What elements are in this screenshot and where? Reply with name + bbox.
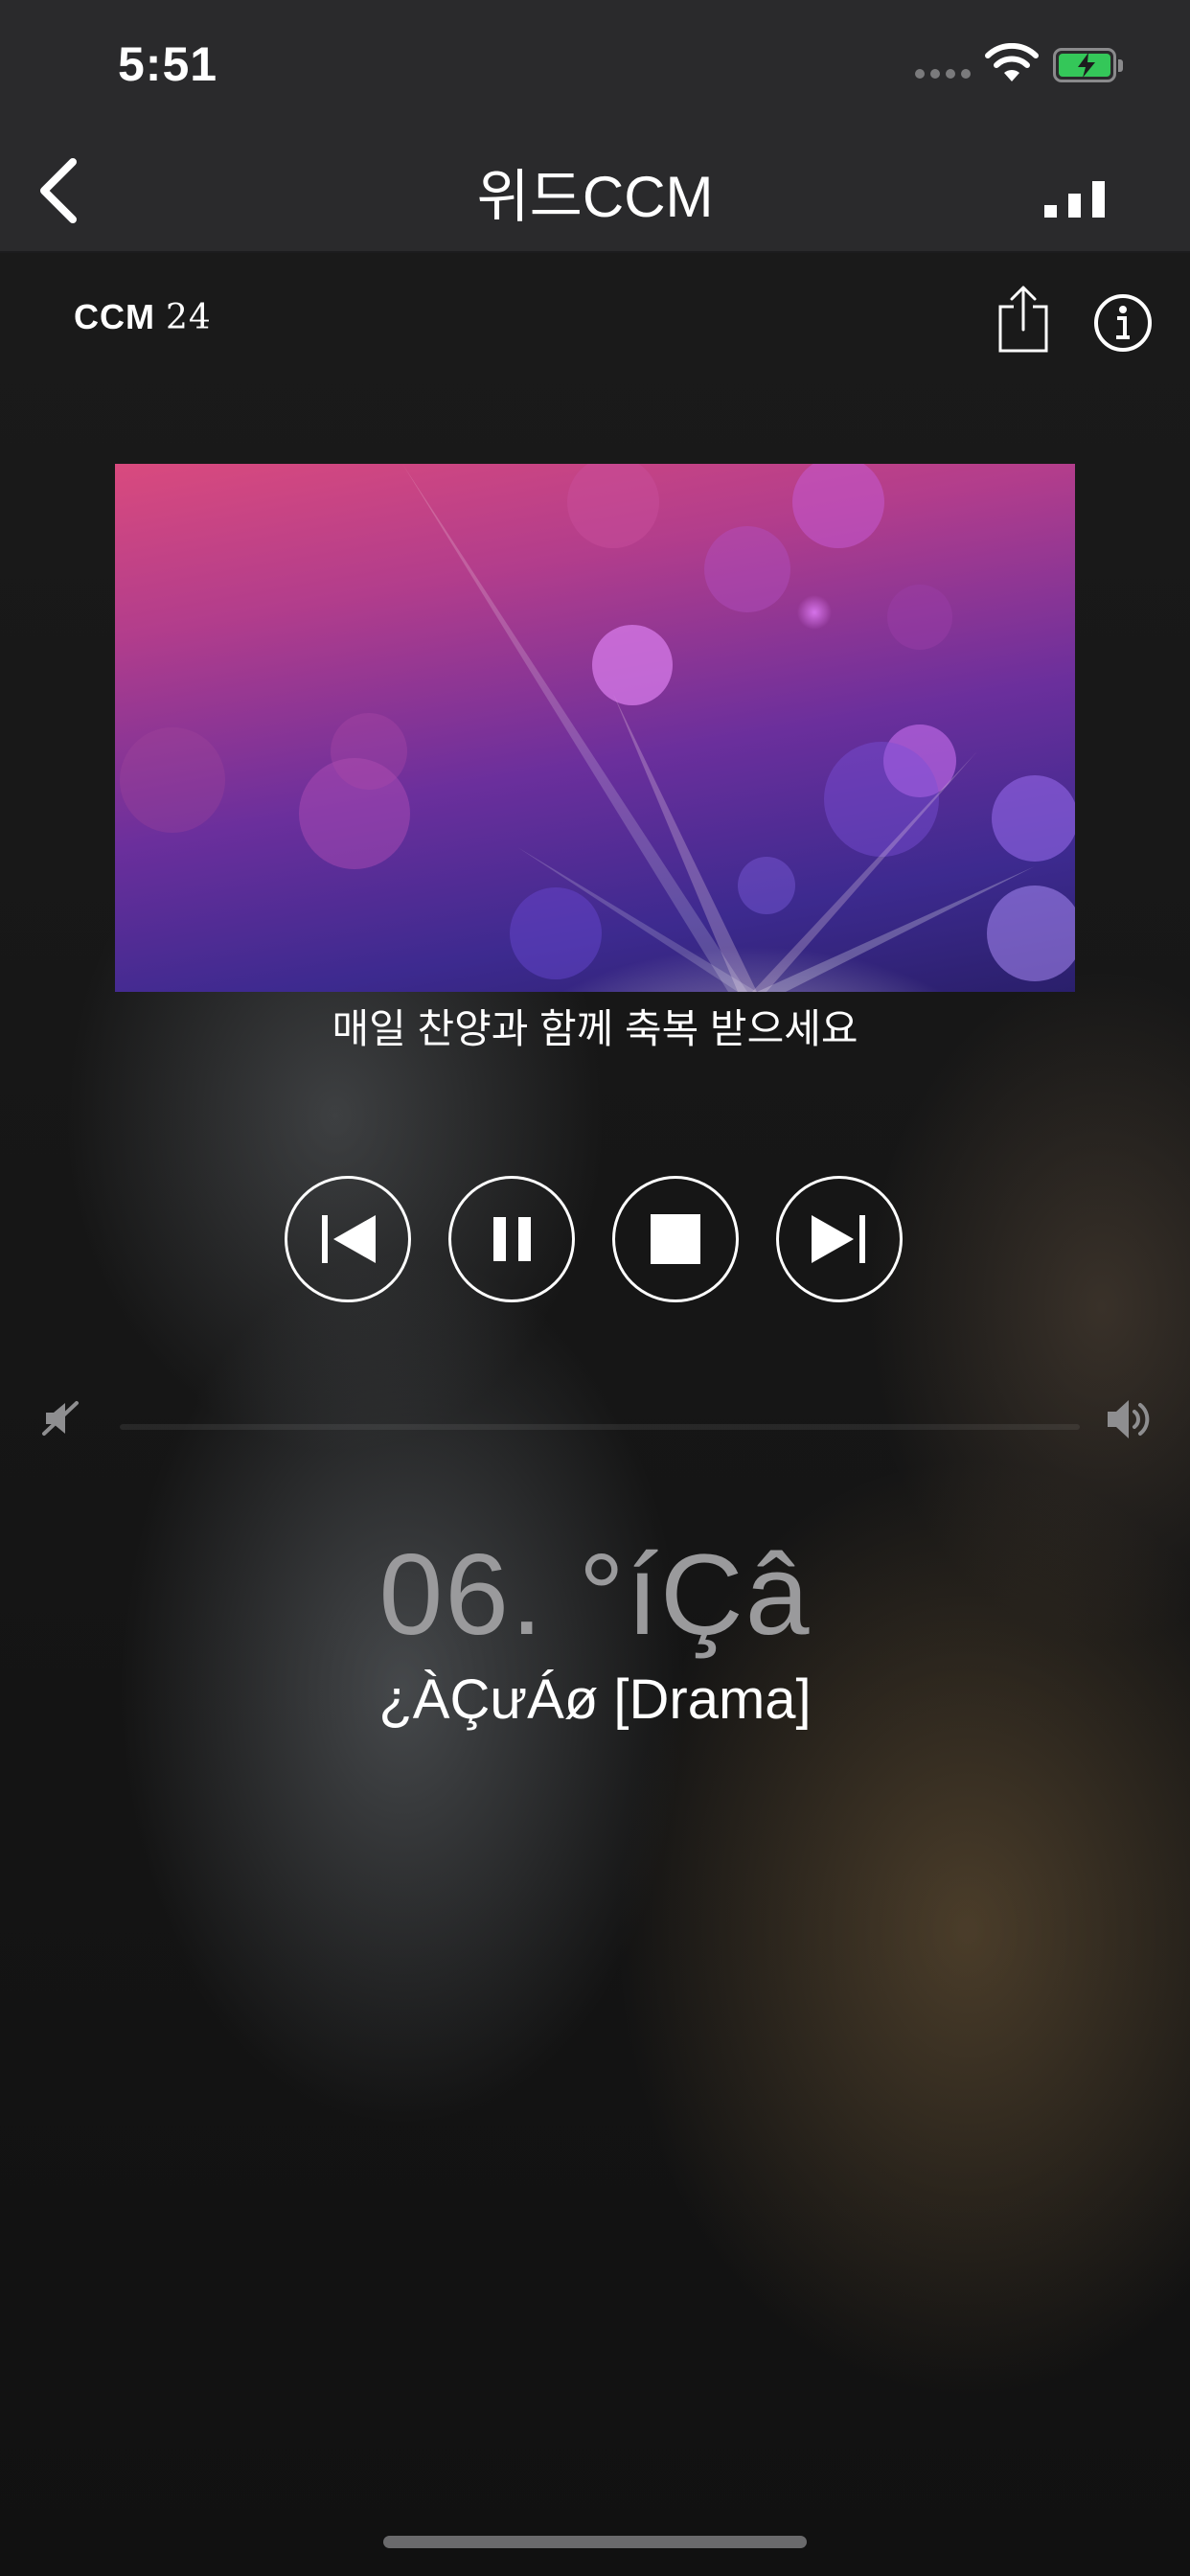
next-button[interactable] [776, 1176, 903, 1302]
app-logo: CCM 24 [74, 297, 212, 337]
skip-previous-icon [322, 1215, 376, 1263]
pause-button[interactable] [448, 1176, 575, 1302]
share-icon[interactable] [995, 284, 1052, 355]
cellular-signal-icon [915, 69, 971, 79]
track-artist: ¿ÀÇưÁø [Drama] [378, 1668, 812, 1731]
logo-number: 24 [166, 298, 212, 337]
stop-button[interactable] [612, 1176, 739, 1302]
track-title: 06. °íÇâ [378, 1530, 812, 1659]
volume-mute-icon[interactable] [40, 1397, 82, 1439]
status-time: 5:51 [118, 37, 218, 91]
artwork-caption: 매일 찬양과 함께 축복 받으세요 [332, 1006, 858, 1051]
battery-nub [1118, 59, 1123, 72]
status-bar: 5:51 [0, 0, 1190, 129]
battery-icon [1053, 48, 1116, 82]
volume-up-icon[interactable] [1104, 1394, 1154, 1444]
navigation-bar: 위드CCM [0, 129, 1190, 253]
previous-button[interactable] [285, 1176, 411, 1302]
home-indicator[interactable] [383, 2536, 807, 2548]
equalizer-icon[interactable] [1044, 179, 1106, 218]
logo-text: CCM [74, 297, 155, 336]
skip-next-icon [812, 1215, 865, 1263]
stop-icon [651, 1214, 700, 1264]
info-icon[interactable] [1093, 293, 1153, 353]
volume-slider[interactable] [120, 1424, 1080, 1430]
album-artwork [115, 464, 1075, 992]
pause-icon [493, 1217, 531, 1261]
wifi-icon [985, 43, 1039, 81]
page-title: 위드CCM [476, 165, 714, 229]
